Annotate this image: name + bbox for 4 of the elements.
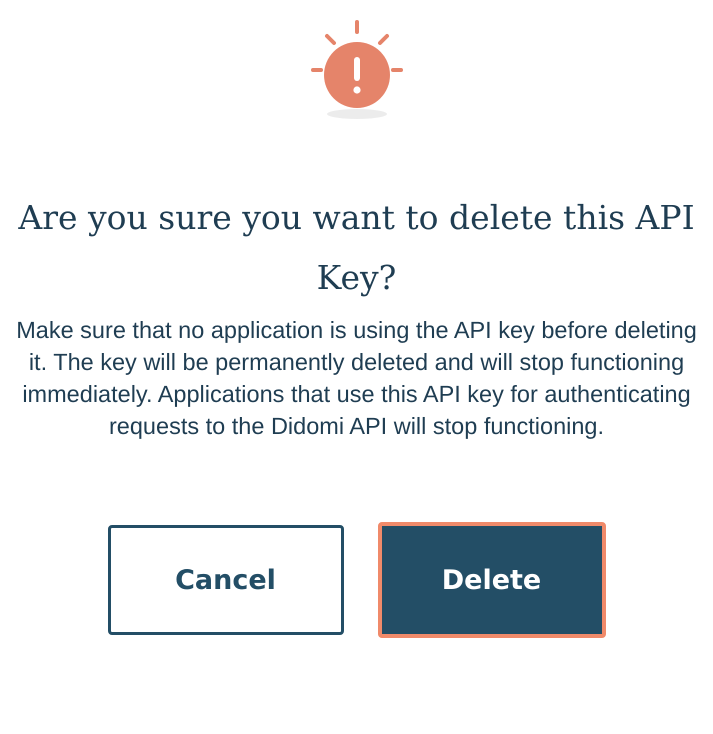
dialog-message: Make sure that no application is using the API key before deleting it. The key will be permanently deleted and will stop functioning immediately. Applications that use this API key for authenticating requests to the Didomi API will stop functioning. bbox=[15, 316, 698, 441]
delete-button[interactable]: Delete bbox=[378, 522, 606, 638]
dialog-title: Are you sure you want to delete this API Key? bbox=[17, 197, 696, 299]
cancel-button[interactable]: Cancel bbox=[108, 525, 344, 635]
